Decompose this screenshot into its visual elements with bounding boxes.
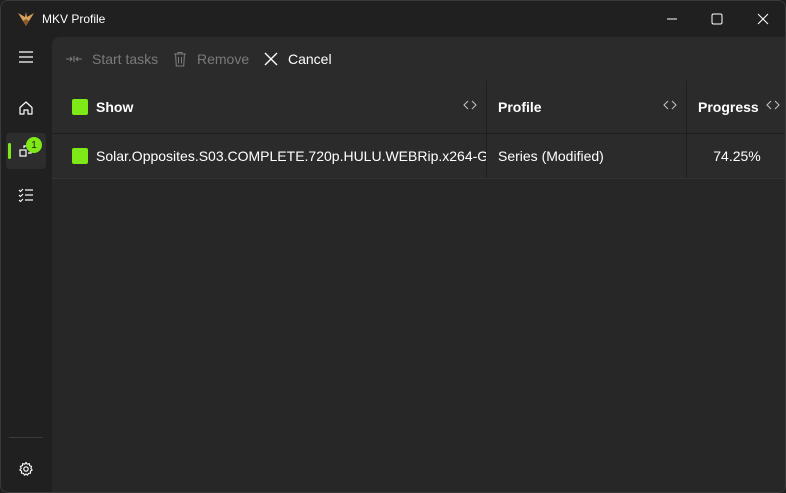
maximize-button[interactable]: [694, 1, 740, 37]
rail-divider: [9, 437, 43, 438]
sort-icon[interactable]: [662, 99, 678, 111]
column-header-label: Progress: [698, 99, 759, 115]
cancel-button[interactable]: Cancel: [264, 37, 332, 81]
nav-item-home[interactable]: [6, 90, 46, 126]
app-window: MKV Profile 1 Start tasks Remove Cancel …: [0, 0, 786, 493]
column-header-label: Profile: [498, 99, 542, 115]
sort-icon[interactable]: [462, 99, 478, 111]
selected-indicator: [8, 143, 11, 159]
minimize-icon: [667, 18, 677, 20]
main-content: Start tasks Remove Cancel Show Profile P…: [52, 37, 785, 492]
gear-icon: [19, 461, 33, 476]
cancel-label: Cancel: [288, 51, 332, 67]
progress-value: 74.25%: [713, 148, 761, 164]
cell-show: Solar.Opposites.S03.COMPLETE.720p.HULU.W…: [52, 134, 486, 178]
remove-button[interactable]: Remove: [173, 37, 249, 81]
row-checkbox[interactable]: [72, 148, 88, 164]
hamburger-menu-button[interactable]: [6, 39, 46, 75]
profile-name: Series (Modified): [498, 148, 604, 164]
start-tasks-label: Start tasks: [92, 51, 159, 67]
nav-rail: 1: [1, 37, 51, 492]
home-icon: [19, 101, 33, 115]
remove-label: Remove: [197, 51, 250, 67]
nav-item-tasks[interactable]: 1: [6, 133, 46, 169]
column-header-profile[interactable]: Profile: [486, 81, 686, 133]
show-name: Solar.Opposites.S03.COMPLETE.720p.HULU.W…: [96, 148, 486, 164]
table-row[interactable]: Solar.Opposites.S03.COMPLETE.720p.HULU.W…: [52, 134, 785, 179]
maximize-icon: [711, 13, 723, 25]
nav-item-checklist[interactable]: [6, 177, 46, 213]
table-header: Show Profile Progress: [52, 81, 785, 134]
toolbar: Start tasks Remove Cancel: [52, 37, 785, 81]
minimize-button[interactable]: [649, 1, 695, 37]
hamburger-icon: [19, 51, 33, 63]
tasks-count-badge: 1: [26, 137, 42, 153]
start-tasks-button[interactable]: Start tasks: [66, 37, 158, 81]
sort-icon[interactable]: [765, 99, 781, 111]
title-bar: MKV Profile: [1, 1, 785, 37]
checklist-icon: [18, 188, 33, 203]
start-tasks-icon: [66, 56, 82, 62]
column-header-progress[interactable]: Progress: [686, 81, 785, 133]
cancel-icon: [264, 52, 278, 66]
close-icon: [757, 13, 769, 25]
trash-icon: [174, 51, 186, 67]
nav-item-settings[interactable]: [6, 451, 46, 487]
cell-profile: Series (Modified): [486, 134, 686, 178]
close-button[interactable]: [740, 1, 785, 37]
select-all-checkbox[interactable]: [72, 99, 88, 115]
column-header-show[interactable]: Show: [52, 81, 486, 133]
cell-progress: 74.25%: [686, 134, 785, 178]
column-header-label: Show: [96, 99, 134, 115]
window-title: MKV Profile: [42, 12, 106, 26]
app-logo-icon: [18, 12, 34, 26]
tasks-table: Show Profile Progress Solar.Opposites.S0…: [52, 81, 785, 179]
